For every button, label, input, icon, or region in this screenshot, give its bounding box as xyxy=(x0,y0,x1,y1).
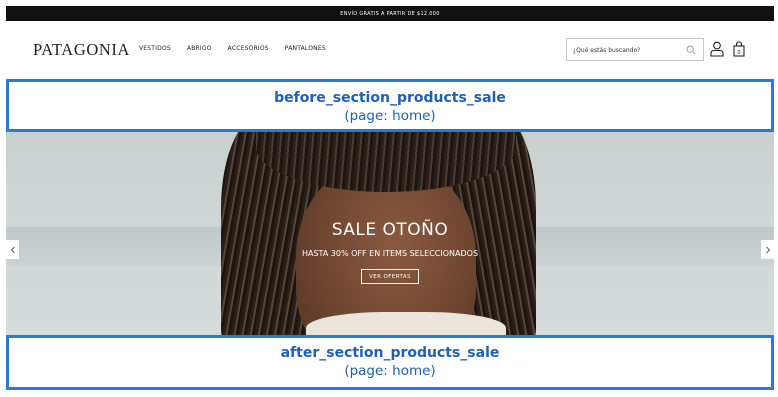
logo[interactable]: PATAGONIA xyxy=(33,40,130,60)
hook-after-section-products-sale: after_section_products_sale (page: home) xyxy=(6,335,774,390)
nav-item-vestidos[interactable]: VESTIDOS xyxy=(139,45,171,52)
svg-text:0: 0 xyxy=(737,50,740,56)
hook-before-section-products-sale: before_section_products_sale (page: home… xyxy=(6,79,774,132)
user-icon[interactable] xyxy=(710,41,724,57)
nav-item-pantalones[interactable]: PANTALONES xyxy=(285,45,326,52)
hero-title: SALE OTOÑO xyxy=(331,220,449,240)
announcement-bar: ENVÍO GRATIS A PARTIR DE $12.000 xyxy=(6,6,774,21)
search-icon[interactable] xyxy=(686,45,696,55)
search-box xyxy=(566,38,704,61)
carousel-next-button[interactable] xyxy=(761,240,774,259)
site-header: PATAGONIA VESTIDOS ABRIGO ACCESORIOS PAN… xyxy=(6,21,774,81)
chevron-left-icon xyxy=(10,246,15,253)
carousel-prev-button[interactable] xyxy=(6,240,19,259)
announcement-text: ENVÍO GRATIS A PARTIR DE $12.000 xyxy=(340,10,440,17)
view-offers-button[interactable]: VER OFERTAS xyxy=(361,269,419,284)
hero-image-shirt xyxy=(306,312,506,336)
hook-name: after_section_products_sale xyxy=(280,345,500,361)
main-nav: VESTIDOS ABRIGO ACCESORIOS PANTALONES xyxy=(139,45,326,52)
hook-name: before_section_products_sale xyxy=(274,90,506,106)
chevron-right-icon xyxy=(765,246,770,253)
hero-subtitle: HASTA 30% OFF EN ITEMS SELECCIONADOS xyxy=(301,249,479,258)
shopping-bag-icon[interactable]: 0 xyxy=(733,41,745,57)
hook-page: (page: home) xyxy=(344,363,436,379)
nav-item-abrigo[interactable]: ABRIGO xyxy=(187,45,212,52)
nav-item-accesorios[interactable]: ACCESORIOS xyxy=(228,45,269,52)
hook-page: (page: home) xyxy=(344,108,436,124)
hero-banner: SALE OTOÑO HASTA 30% OFF EN ITEMS SELECC… xyxy=(6,132,774,336)
search-input[interactable] xyxy=(573,43,683,57)
